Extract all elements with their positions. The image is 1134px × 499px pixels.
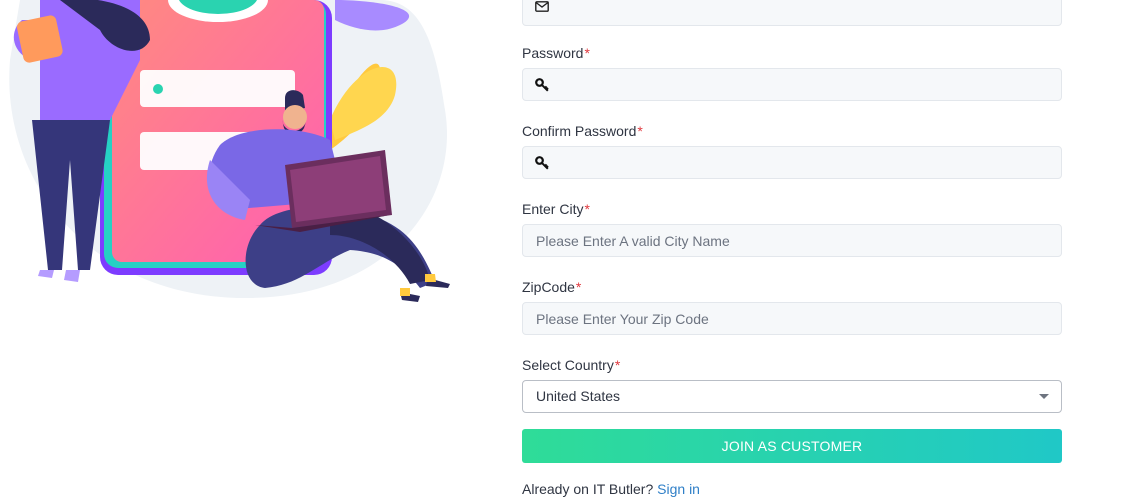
country-select[interactable]: United States [522, 380, 1062, 413]
required-mark: * [637, 123, 643, 139]
confirm-password-label-text: Confirm Password [522, 123, 637, 139]
zipcode-label: ZipCode* [522, 278, 1062, 296]
required-mark: * [575, 279, 582, 295]
password-input[interactable] [523, 69, 1061, 100]
city-input[interactable] [523, 225, 1061, 256]
signin-link[interactable]: Sign in [657, 481, 700, 497]
city-field[interactable] [522, 224, 1062, 257]
zipcode-label-text: ZipCode [522, 279, 575, 295]
email-input[interactable] [523, 0, 1061, 25]
signin-row: Already on IT Butler? Sign in [522, 481, 1062, 497]
confirm-password-field[interactable] [522, 146, 1062, 179]
required-mark: * [584, 45, 590, 61]
zipcode-field[interactable] [522, 302, 1062, 335]
confirm-password-input[interactable] [523, 147, 1061, 178]
chevron-down-icon [1039, 394, 1049, 399]
zipcode-input[interactable] [523, 303, 1061, 334]
country-label: Select Country* [522, 356, 1062, 374]
join-as-customer-button[interactable]: JOIN AS CUSTOMER [522, 429, 1062, 463]
signin-prompt: Already on IT Butler? [522, 481, 654, 497]
city-label-text: Enter City [522, 201, 584, 217]
signup-illustration [9, 0, 450, 302]
password-label-text: Password [522, 45, 584, 61]
password-label: Password* [522, 44, 1062, 62]
signup-form: Password* Confirm Password* Enter City* [522, 0, 1062, 497]
confirm-password-label: Confirm Password* [522, 122, 1062, 140]
email-field[interactable] [522, 0, 1062, 26]
country-selected-value: United States [536, 388, 621, 404]
password-field[interactable] [522, 68, 1062, 101]
signup-page: Password* Confirm Password* Enter City* [0, 0, 1134, 499]
required-mark: * [614, 357, 621, 373]
city-label: Enter City* [522, 200, 1062, 218]
country-label-text: Select Country [522, 357, 614, 373]
required-mark: * [584, 201, 590, 217]
